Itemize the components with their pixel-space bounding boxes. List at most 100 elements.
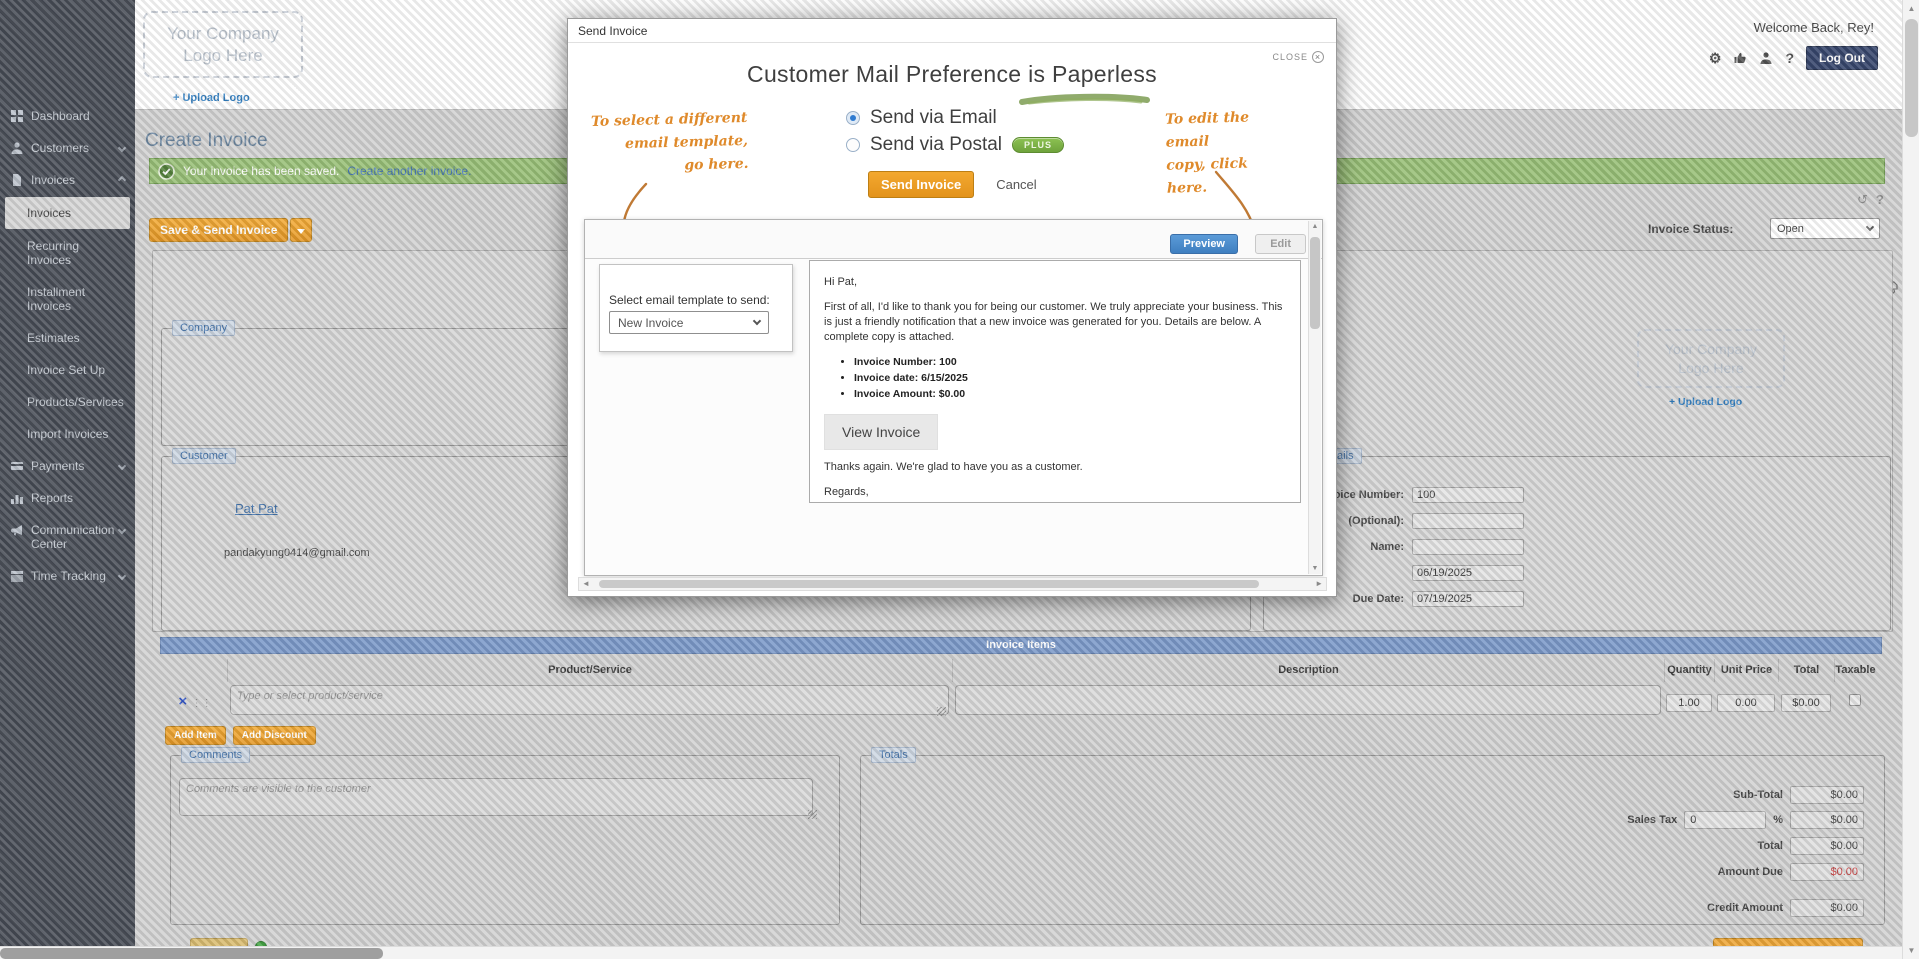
sidebar-subitem-recurring-invoices[interactable]: Recurring Invoices <box>0 230 135 276</box>
taxable-checkbox[interactable] <box>1849 694 1861 706</box>
sidebar-subitem-import-invoices[interactable]: Import Invoices <box>0 418 135 450</box>
company-logo-placeholder[interactable]: Your Company Logo Here <box>143 11 303 78</box>
line-total-input[interactable] <box>1781 694 1831 712</box>
scrollbar-thumb[interactable] <box>0 948 383 959</box>
product-service-input[interactable] <box>230 685 949 715</box>
email-template-select[interactable]: New Invoice <box>609 311 769 334</box>
history-icon[interactable]: ↺ <box>1857 192 1868 208</box>
resize-grip-icon[interactable] <box>937 707 946 716</box>
subtotal-value: $0.00 <box>1790 786 1864 804</box>
email-invoice-date: Invoice date: 6/15/2025 <box>854 370 1286 386</box>
credit-amount-value: $0.00 <box>1790 899 1864 917</box>
welcome-text: Welcome Back, Rey! <box>1754 20 1874 35</box>
modal-send-invoice-button[interactable]: Send Invoice <box>868 171 974 198</box>
page-vertical-scrollbar[interactable]: ▲ ▼ <box>1902 0 1919 959</box>
resize-grip-icon[interactable] <box>808 810 817 819</box>
delete-row-icon[interactable]: × <box>178 693 187 710</box>
user-icon[interactable] <box>1759 51 1773 65</box>
page-horizontal-scrollbar[interactable] <box>0 946 1902 959</box>
thumbs-up-icon[interactable] <box>1733 51 1747 65</box>
sidebar-item-customers[interactable]: Customers <box>0 132 135 164</box>
comments-input[interactable] <box>179 778 813 816</box>
email-body: First of all, I'd like to thank you for … <box>824 300 1286 345</box>
invoice-number-input[interactable] <box>1412 487 1524 503</box>
modal-horizontal-scrollbar[interactable]: ◄ ► <box>578 577 1327 591</box>
sidebar-subitem-products-services[interactable]: Products/Services <box>0 386 135 418</box>
chevron-down-icon <box>118 144 126 152</box>
chevron-down-icon <box>118 526 126 534</box>
sidebar-item-invoices[interactable]: Invoices <box>0 164 135 196</box>
sidebar-subitem-invoices[interactable]: Invoices <box>5 197 130 229</box>
column-product-service: Product/Service <box>227 659 952 682</box>
email-invoice-amount: Invoice Amount: $0.00 <box>854 386 1286 402</box>
send-via-postal-radio[interactable] <box>846 138 860 152</box>
invoice-item-row: × ⋮⋮ <box>163 684 1884 720</box>
scroll-left-icon[interactable]: ◄ <box>582 579 590 588</box>
invoice-status-select[interactable]: Open <box>1770 218 1880 239</box>
description-input[interactable] <box>955 685 1661 715</box>
scroll-up-icon[interactable]: ▲ <box>1903 4 1919 13</box>
chevron-down-icon <box>1866 223 1874 231</box>
optional-field-input[interactable] <box>1412 513 1524 529</box>
amount-due-value: $0.00 <box>1790 863 1864 881</box>
sidebar-item-communication-center[interactable]: Communication Center <box>0 514 135 560</box>
invoice-date-input[interactable] <box>1412 565 1524 581</box>
sidebar-subitem-estimates[interactable]: Estimates <box>0 322 135 354</box>
scroll-down-icon[interactable]: ▼ <box>1309 565 1321 572</box>
add-item-button[interactable]: Add Item <box>165 726 226 745</box>
send-via-email-label: Send via Email <box>870 107 997 129</box>
add-discount-button[interactable]: Add Discount <box>233 726 316 745</box>
scrollbar-thumb[interactable] <box>1310 237 1320 329</box>
email-preview: Hi Pat, First of all, I'd like to thank … <box>809 260 1301 503</box>
send-invoice-modal: Send Invoice CLOSE × Customer Mail Prefe… <box>567 18 1337 597</box>
invoice-logo-placeholder[interactable]: Your Company Logo Here <box>1637 329 1785 388</box>
sales-tax-input[interactable] <box>1684 811 1766 829</box>
sidebar: Dashboard Customers Invoices Invoices Re… <box>0 0 135 959</box>
column-unit-price: Unit Price <box>1714 659 1778 682</box>
total-value: $0.00 <box>1790 837 1864 855</box>
name-field-input[interactable] <box>1412 539 1524 555</box>
create-another-invoice-link[interactable]: Create another invoice. <box>347 164 471 178</box>
help-small-icon[interactable]: ? <box>1876 192 1884 208</box>
tab-preview[interactable]: Preview <box>1170 234 1238 254</box>
sidebar-subitem-installment-invoices[interactable]: Installment Invoices <box>0 276 135 322</box>
upload-logo-link[interactable]: + Upload Logo <box>173 92 250 104</box>
quantity-input[interactable] <box>1666 694 1712 712</box>
logout-button[interactable]: Log Out <box>1806 46 1878 70</box>
column-quantity: Quantity <box>1664 659 1714 682</box>
sidebar-item-payments[interactable]: Payments <box>0 450 135 482</box>
customer-section-tab: Customer <box>172 448 236 464</box>
invoice-items-header-bar: Invoice Items <box>160 637 1882 654</box>
green-brush-underline <box>1019 93 1151 107</box>
help-icon[interactable]: ? <box>1785 50 1794 66</box>
drag-handle-icon[interactable]: ⋮⋮ <box>192 698 212 709</box>
email-detail-list: Invoice Number: 100 Invoice date: 6/15/2… <box>854 354 1286 402</box>
invoice-upload-logo-link[interactable]: + Upload Logo <box>1669 396 1742 408</box>
save-send-dropdown-button[interactable] <box>290 218 312 242</box>
comments-section-tab: Comments <box>181 747 250 763</box>
scrollbar-thumb[interactable] <box>1905 19 1918 137</box>
scroll-down-icon[interactable]: ▼ <box>1903 946 1919 955</box>
column-taxable: Taxable <box>1834 659 1876 682</box>
send-via-email-radio[interactable] <box>846 111 860 125</box>
scroll-up-icon[interactable]: ▲ <box>1309 223 1321 230</box>
due-date-input[interactable] <box>1412 591 1524 607</box>
save-send-invoice-button[interactable]: Save & Send Invoice <box>149 218 288 242</box>
percent-sign: % <box>1773 814 1783 826</box>
email-invoice-number: Invoice Number: 100 <box>854 354 1286 370</box>
sidebar-item-dashboard[interactable]: Dashboard <box>0 100 135 132</box>
gear-icon[interactable]: ⚙ <box>1709 50 1722 67</box>
modal-cancel-button[interactable]: Cancel <box>996 177 1036 192</box>
unit-price-input[interactable] <box>1717 694 1775 712</box>
customer-name-link[interactable]: Pat Pat <box>235 501 278 516</box>
view-invoice-button[interactable]: View Invoice <box>824 414 938 450</box>
invoices-icon <box>10 173 24 187</box>
tab-edit[interactable]: Edit <box>1255 234 1306 254</box>
scroll-right-icon[interactable]: ► <box>1315 579 1323 588</box>
sidebar-item-time-tracking[interactable]: Time Tracking <box>0 560 135 592</box>
caret-down-icon <box>297 229 305 234</box>
sidebar-subitem-invoice-set-up[interactable]: Invoice Set Up <box>0 354 135 386</box>
composer-vertical-scrollbar[interactable]: ▲ ▼ <box>1308 221 1321 574</box>
sidebar-item-reports[interactable]: Reports <box>0 482 135 514</box>
scrollbar-thumb[interactable] <box>599 580 1259 588</box>
